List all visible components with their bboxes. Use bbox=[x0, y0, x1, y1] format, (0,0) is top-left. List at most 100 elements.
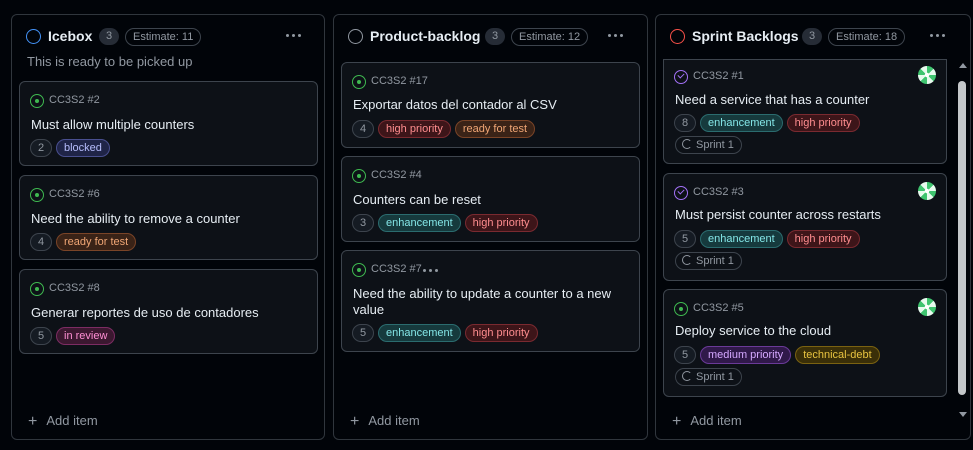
assignee-avatar[interactable] bbox=[918, 66, 936, 84]
label-enhancement[interactable]: enhancement bbox=[378, 324, 461, 342]
issue-title[interactable]: Exportar datos del contador al CSV bbox=[353, 97, 557, 113]
label-enhancement[interactable]: enhancement bbox=[378, 214, 461, 232]
scroll-down-arrow-icon[interactable] bbox=[959, 412, 967, 417]
estimate-chip: 4 bbox=[30, 233, 52, 251]
estimate-badge: Estimate: 12 bbox=[511, 28, 589, 46]
column-description: This is ready to be picked up bbox=[27, 54, 193, 69]
label-row: 3 enhancement high priority bbox=[352, 214, 538, 232]
sprint-iteration-chip[interactable]: Sprint 1 bbox=[675, 136, 742, 154]
column-header: Icebox 3 Estimate: 11 bbox=[12, 15, 324, 59]
label-row: 5 enhancement high priority bbox=[674, 230, 860, 248]
sprint-iteration-chip[interactable]: Sprint 1 bbox=[675, 252, 742, 270]
issue-card[interactable]: CC3S2 #8 Generar reportes de uso de cont… bbox=[19, 269, 318, 354]
open-issue-icon bbox=[30, 188, 44, 202]
assignee-avatar[interactable] bbox=[918, 182, 936, 200]
open-issue-icon bbox=[674, 302, 688, 316]
open-issue-icon bbox=[30, 282, 44, 296]
issue-title-line: Need the ability to update a counter to … bbox=[353, 286, 612, 301]
add-item-label: Add item bbox=[46, 413, 98, 428]
add-item-button[interactable]: + Add item bbox=[28, 413, 98, 430]
label-ready-for-test[interactable]: ready for test bbox=[56, 233, 137, 251]
label-row: 5 in review bbox=[30, 327, 116, 345]
label-high-priority[interactable]: high priority bbox=[464, 214, 538, 232]
issue-card[interactable]: CC3S2 #7 Need the ability to update a co… bbox=[341, 250, 640, 352]
label-row: 4 high priority ready for test bbox=[352, 120, 536, 138]
label-technical-debt[interactable]: technical-debt bbox=[795, 346, 880, 364]
card-menu-button[interactable] bbox=[420, 262, 442, 280]
issue-reference[interactable]: CC3S2 #8 bbox=[49, 282, 100, 294]
closed-issue-icon bbox=[674, 70, 688, 84]
issue-title[interactable]: Deploy service to the cloud bbox=[675, 323, 831, 339]
issue-reference[interactable]: CC3S2 #3 bbox=[693, 186, 744, 198]
issue-title[interactable]: Need the ability to update a counter to … bbox=[353, 286, 611, 318]
add-item-label: Add item bbox=[690, 413, 742, 428]
label-enhancement[interactable]: enhancement bbox=[700, 230, 783, 248]
label-row: 2 blocked bbox=[30, 139, 110, 157]
label-row: 5 medium priority technical-debt bbox=[674, 346, 880, 364]
plus-icon: + bbox=[672, 413, 682, 430]
column-menu-button[interactable] bbox=[602, 24, 630, 48]
issue-reference[interactable]: CC3S2 #2 bbox=[49, 94, 100, 106]
estimate-chip: 4 bbox=[352, 120, 374, 138]
column-menu-button[interactable] bbox=[924, 24, 952, 48]
column-header: Sprint Backlogs 3 Estimate: 18 bbox=[656, 15, 970, 59]
plus-icon: + bbox=[350, 413, 360, 430]
issue-reference[interactable]: CC3S2 #1 bbox=[693, 70, 744, 82]
label-enhancement[interactable]: enhancement bbox=[700, 114, 783, 132]
status-circle-icon bbox=[26, 29, 41, 44]
estimate-badge: Estimate: 11 bbox=[125, 28, 202, 46]
issue-reference[interactable]: CC3S2 #17 bbox=[371, 75, 428, 87]
estimate-chip: 5 bbox=[30, 327, 52, 345]
issue-reference[interactable]: CC3S2 #7 bbox=[371, 263, 422, 275]
issue-reference[interactable]: CC3S2 #6 bbox=[49, 188, 100, 200]
issue-title[interactable]: Generar reportes de uso de contadores bbox=[31, 305, 259, 321]
issue-reference[interactable]: CC3S2 #4 bbox=[371, 169, 422, 181]
label-medium-priority[interactable]: medium priority bbox=[700, 346, 792, 364]
label-high-priority[interactable]: high priority bbox=[378, 120, 451, 138]
sprint-iteration-chip[interactable]: Sprint 1 bbox=[675, 368, 742, 386]
status-circle-icon bbox=[348, 29, 363, 44]
label-row: 5 enhancement high priority bbox=[352, 324, 538, 342]
label-high-priority[interactable]: high priority bbox=[464, 324, 538, 342]
status-circle-icon bbox=[670, 29, 685, 44]
issue-card[interactable]: CC3S2 #4 Counters can be reset 3 enhance… bbox=[341, 156, 640, 242]
add-item-button[interactable]: + Add item bbox=[350, 413, 420, 430]
assignee-avatar[interactable] bbox=[918, 298, 936, 316]
label-row: 8 enhancement high priority bbox=[674, 114, 860, 132]
issue-title[interactable]: Must persist counter across restarts bbox=[675, 207, 881, 223]
column-title: Sprint Backlogs bbox=[692, 28, 799, 44]
label-high-priority[interactable]: high priority bbox=[786, 230, 860, 248]
column-title: Icebox bbox=[48, 28, 93, 44]
column-scrollbar[interactable] bbox=[957, 61, 968, 419]
scrollbar-thumb[interactable] bbox=[958, 81, 966, 395]
scroll-up-arrow-icon[interactable] bbox=[959, 63, 967, 68]
label-in-review[interactable]: in review bbox=[56, 327, 116, 345]
issue-card[interactable]: CC3S2 #6 Need the ability to remove a co… bbox=[19, 175, 318, 260]
column-menu-button[interactable] bbox=[280, 24, 308, 48]
estimate-chip: 8 bbox=[674, 114, 696, 132]
open-issue-icon bbox=[352, 263, 366, 277]
label-high-priority[interactable]: high priority bbox=[786, 114, 860, 132]
open-issue-icon bbox=[30, 94, 44, 108]
issue-title[interactable]: Need a service that has a counter bbox=[675, 92, 869, 108]
label-ready-for-test[interactable]: ready for test bbox=[454, 120, 536, 138]
issue-title[interactable]: Must allow multiple counters bbox=[31, 117, 194, 133]
issue-card[interactable]: CC3S2 #1 Need a service that has a count… bbox=[663, 59, 947, 164]
add-item-button[interactable]: + Add item bbox=[672, 413, 742, 430]
estimate-chip: 2 bbox=[30, 139, 52, 157]
label-blocked[interactable]: blocked bbox=[56, 139, 110, 157]
estimate-badge: Estimate: 18 bbox=[828, 28, 906, 46]
add-item-label: Add item bbox=[368, 413, 420, 428]
issue-card[interactable]: CC3S2 #5 Deploy service to the cloud 5 m… bbox=[663, 289, 947, 397]
issue-card[interactable]: CC3S2 #3 Must persist counter across res… bbox=[663, 173, 947, 281]
issue-card[interactable]: CC3S2 #2 Must allow multiple counters 2 … bbox=[19, 81, 318, 166]
issue-title[interactable]: Counters can be reset bbox=[353, 192, 481, 208]
sprint-label: Sprint 1 bbox=[696, 371, 734, 383]
column-product-backlog: Product-backlog 3 Estimate: 12 CC3S2 #17… bbox=[333, 14, 648, 440]
column-sprint-backlogs: Sprint Backlogs 3 Estimate: 18 CC3S2 #1 … bbox=[655, 14, 971, 440]
plus-icon: + bbox=[28, 413, 38, 430]
issue-card[interactable]: CC3S2 #17 Exportar datos del contador al… bbox=[341, 62, 640, 148]
issue-reference[interactable]: CC3S2 #5 bbox=[693, 302, 744, 314]
issue-title[interactable]: Need the ability to remove a counter bbox=[31, 211, 240, 227]
item-count-badge: 3 bbox=[99, 28, 119, 45]
